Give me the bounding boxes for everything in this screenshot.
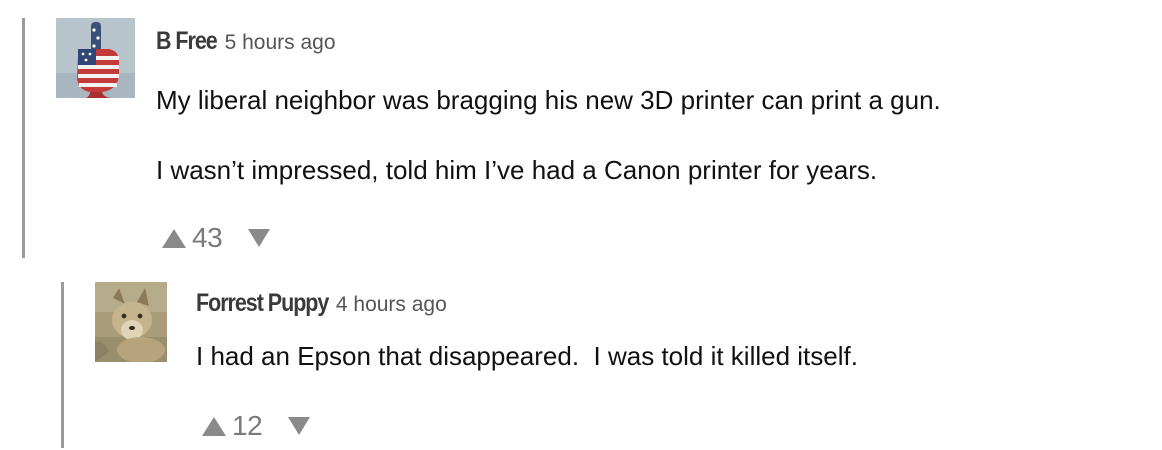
vote-controls: 43 (162, 222, 271, 254)
timestamp[interactable]: 4 hours ago (336, 293, 447, 317)
comment-paragraph: I wasn’t impressed, told him I’ve had a … (156, 155, 878, 185)
coyote-avatar-icon (95, 282, 167, 362)
comment-paragraph: I had an Epson that disappeared. I was t… (196, 341, 858, 371)
comment-meta: Forrest Puppy 4 hours ago (196, 289, 447, 318)
comment-paragraph: My liberal neighbor was bragging his new… (156, 85, 941, 115)
author-name[interactable]: B Free (156, 27, 218, 56)
comment: B Free 5 hours ago My liberal neighbor w… (0, 0, 1162, 260)
thread-rail (61, 282, 64, 448)
comment-meta: B Free 5 hours ago (156, 27, 336, 56)
comment-body: My liberal neighbor was bragging his new… (156, 84, 941, 186)
triangle-up-icon[interactable] (162, 228, 186, 248)
comment-body: I had an Epson that disappeared. I was t… (196, 340, 858, 372)
comment-reply: Forrest Puppy 4 hours ago I had an Epson… (0, 272, 1162, 450)
vote-count: 43 (192, 222, 223, 253)
comment-thread: B Free 5 hours ago My liberal neighbor w… (0, 0, 1162, 450)
author-name[interactable]: Forrest Puppy (196, 289, 329, 318)
triangle-down-icon[interactable] (248, 229, 271, 247)
avatar[interactable] (95, 282, 167, 362)
triangle-up-icon[interactable] (202, 416, 226, 436)
vote-count: 12 (232, 410, 263, 441)
thread-rail (22, 18, 25, 258)
triangle-down-icon[interactable] (288, 417, 311, 435)
timestamp[interactable]: 5 hours ago (225, 31, 336, 55)
flag-fist-avatar-icon (56, 18, 135, 98)
vote-controls: 12 (202, 410, 311, 442)
avatar[interactable] (56, 18, 135, 98)
